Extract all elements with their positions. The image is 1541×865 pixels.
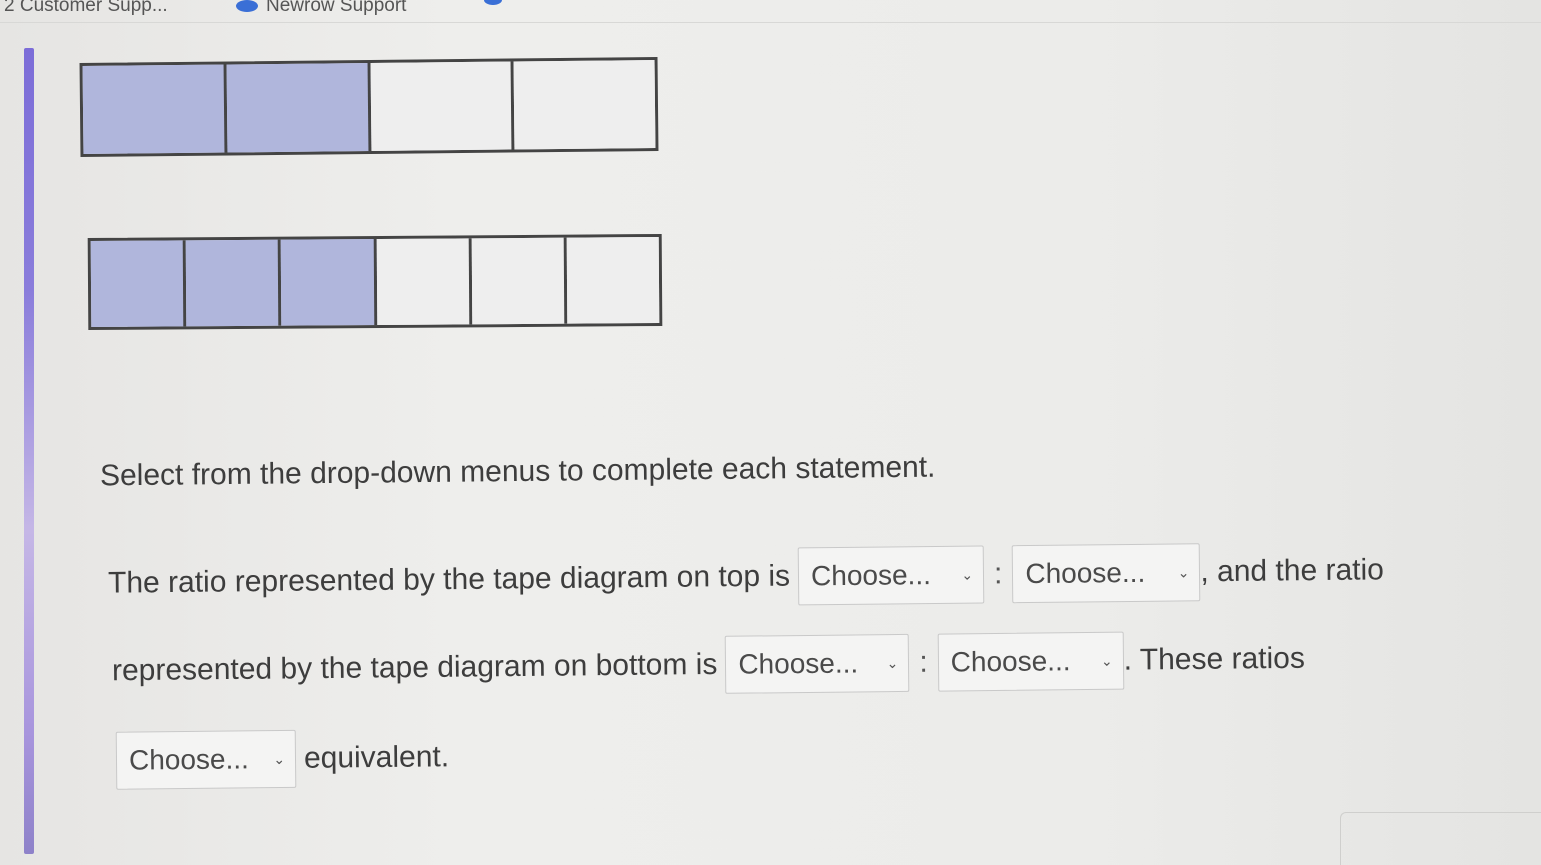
browser-tab-other[interactable] [484,0,502,5]
question-accent-bar [24,48,34,854]
bottom-ratio-second-select[interactable]: Choose... ⌄ [937,631,1124,692]
chevron-down-icon: ⌄ [273,750,286,767]
tab-label: Newrow Support [266,0,407,16]
tape-unit-shaded [226,62,371,153]
tape-unit-empty [566,237,660,324]
ratio-colon: : [993,557,1003,591]
statement-text: . These ratios [1123,641,1306,677]
browser-tab-newrow-support[interactable]: Newrow Support [236,0,406,17]
tape-unit-empty [376,238,472,325]
cloud-icon [484,0,502,5]
tape-unit-empty [513,60,656,150]
tab-label: 2 Customer Supp... [4,0,168,16]
chevron-down-icon: ⌄ [961,566,974,583]
equivalence-select[interactable]: Choose... ⌄ [115,729,297,790]
question-instruction: Select from the drop-down menus to compl… [99,450,936,493]
tape-diagram-top [79,56,659,158]
chevron-down-icon: ⌄ [886,654,899,671]
statement-line-1: The ratio represented by the tape diagra… [108,541,1384,612]
select-value: Choose... [950,645,1071,678]
cloud-icon [236,0,258,12]
tape-unit-shaded [185,239,282,327]
bottom-ratio-first-select[interactable]: Choose... ⌄ [725,633,910,694]
select-value: Choose... [128,743,250,776]
browser-tab-customer-support[interactable]: 2 Customer Supp... [4,0,168,17]
select-value: Choose... [810,559,932,592]
statement-text: equivalent. [303,740,450,775]
top-ratio-first-select[interactable]: Choose... ⌄ [797,545,985,606]
tape-unit-empty [471,237,568,325]
top-ratio-second-select[interactable]: Choose... ⌄ [1012,543,1201,604]
ratio-colon: : [919,645,928,679]
browser-tab-bar: 2 Customer Supp... Newrow Support [0,0,1541,23]
panel-corner [1340,812,1541,865]
tape-unit-empty [370,61,515,151]
tape-unit-shaded [281,238,377,326]
statement-text: , and the ratio [1200,553,1385,589]
tape-unit-shaded [82,64,228,154]
statement-text: represented by the tape diagram on botto… [111,647,718,688]
tape-unit-shaded [90,240,187,327]
select-value: Choose... [738,647,859,680]
statement-line-3: Choose... ⌄ equivalent. [115,728,450,790]
statement-text: The ratio represented by the tape diagra… [107,559,791,600]
statement-line-2: represented by the tape diagram on botto… [112,630,1305,700]
tape-diagram-bottom [87,233,663,331]
chevron-down-icon: ⌄ [1100,652,1113,669]
select-value: Choose... [1025,556,1146,590]
chevron-down-icon: ⌄ [1177,563,1190,580]
